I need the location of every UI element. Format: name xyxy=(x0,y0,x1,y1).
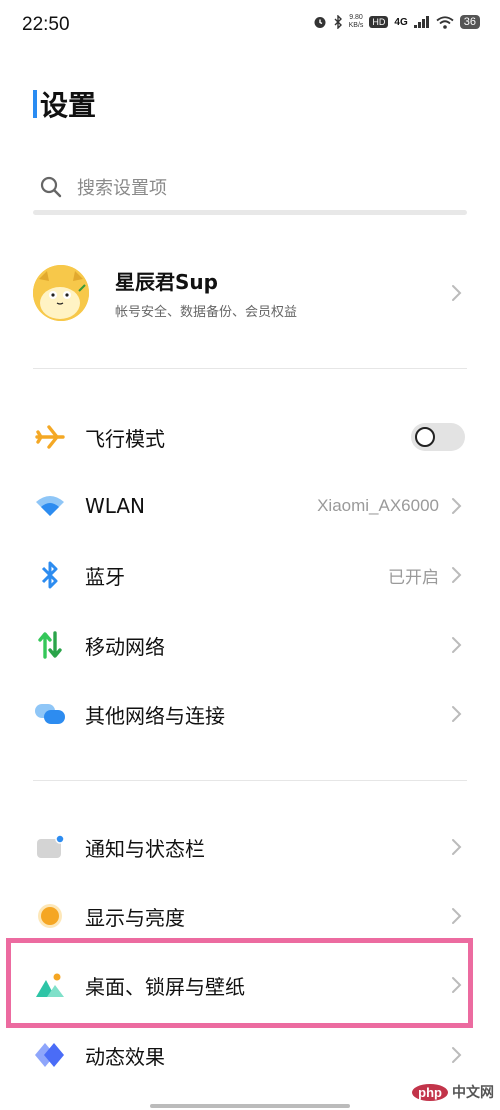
signal-icon xyxy=(413,16,429,28)
wlan-row[interactable]: WLAN Xiaomi_AX6000 xyxy=(33,476,473,536)
brightness-icon xyxy=(33,899,67,933)
section-divider xyxy=(33,368,467,369)
chevron-right-icon xyxy=(452,637,462,653)
wifi-icon xyxy=(33,489,67,523)
search-icon xyxy=(40,176,62,198)
avatar-image xyxy=(33,265,89,321)
profile-name: 星辰君Sup xyxy=(115,270,218,294)
toggle-knob xyxy=(415,427,435,447)
airplane-mode-row[interactable]: 飞行模式 xyxy=(33,407,473,467)
chevron-right-icon xyxy=(452,567,462,583)
watermark-text: 中文网 xyxy=(452,1085,494,1101)
profile-subtitle: 帐号安全、数据备份、会员权益 xyxy=(115,305,298,320)
search-underline xyxy=(33,210,467,215)
profile-text: 星辰君Sup 帐号安全、数据备份、会员权益 xyxy=(115,266,297,320)
wlan-value: Xiaomi_AX6000 xyxy=(317,496,439,515)
animation-icon xyxy=(33,1038,67,1072)
mobile-network-label: 移动网络 xyxy=(85,634,165,659)
net-speed: 9.80 KB/s xyxy=(348,14,364,29)
notifications-label: 通知与状态栏 xyxy=(85,836,205,861)
account-profile-row[interactable]: 星辰君Sup 帐号安全、数据备份、会员权益 xyxy=(33,255,473,331)
notifications-row[interactable]: 通知与状态栏 xyxy=(33,817,473,877)
connection-icon xyxy=(33,697,67,731)
other-networks-row[interactable]: 其他网络与连接 xyxy=(33,684,473,744)
title-accent-bar xyxy=(33,90,37,118)
status-icons: 9.80 KB/s HD 4G 36 xyxy=(313,14,480,30)
airplane-icon xyxy=(33,420,67,454)
watermark: php 中文网 xyxy=(412,1082,494,1102)
page-title-wrap: 设置 xyxy=(33,84,96,124)
display-brightness-label: 显示与亮度 xyxy=(85,905,185,930)
bluetooth-value: 已开启 xyxy=(388,567,439,587)
bluetooth-label: 蓝牙 xyxy=(85,564,125,589)
chevron-right-icon xyxy=(452,285,462,301)
wlan-label: WLAN xyxy=(85,494,146,518)
avatar xyxy=(33,265,89,321)
status-bar: 22:50 9.80 KB/s HD 4G 36 xyxy=(0,0,500,52)
mobile-data-icon xyxy=(33,628,67,662)
alarm-icon xyxy=(314,17,326,28)
highlight-box xyxy=(6,938,473,1028)
chevron-right-icon xyxy=(452,839,462,855)
mobile-network-row[interactable]: 移动网络 xyxy=(33,615,473,675)
search-bar[interactable]: 搜索设置项 xyxy=(33,164,467,210)
bluetooth-status-icon xyxy=(334,15,342,29)
chevron-right-icon xyxy=(452,1047,462,1063)
watermark-badge: php xyxy=(412,1083,448,1101)
search-input[interactable]: 搜索设置项 xyxy=(77,174,167,200)
bluetooth-row[interactable]: 蓝牙 已开启 xyxy=(33,545,473,605)
hd-badge: HD xyxy=(369,16,389,28)
home-indicator[interactable] xyxy=(150,1104,350,1108)
network-type: 4G xyxy=(394,16,408,28)
bluetooth-icon xyxy=(33,558,67,592)
chevron-right-icon xyxy=(452,908,462,924)
battery-indicator: 36 xyxy=(459,15,480,29)
chevron-right-icon xyxy=(452,706,462,722)
dynamic-effects-label: 动态效果 xyxy=(85,1044,165,1069)
wifi-status-icon xyxy=(436,15,454,29)
page-title: 设置 xyxy=(40,89,97,122)
display-brightness-row[interactable]: 显示与亮度 xyxy=(33,886,473,946)
airplane-mode-toggle[interactable] xyxy=(411,423,465,451)
dynamic-effects-row[interactable]: 动态效果 xyxy=(33,1025,473,1085)
other-networks-label: 其他网络与连接 xyxy=(85,703,225,728)
section-divider xyxy=(33,780,467,781)
status-time: 22:50 xyxy=(22,14,70,35)
airplane-mode-label: 飞行模式 xyxy=(85,426,165,451)
chevron-right-icon xyxy=(452,498,462,514)
notification-icon xyxy=(33,830,67,864)
